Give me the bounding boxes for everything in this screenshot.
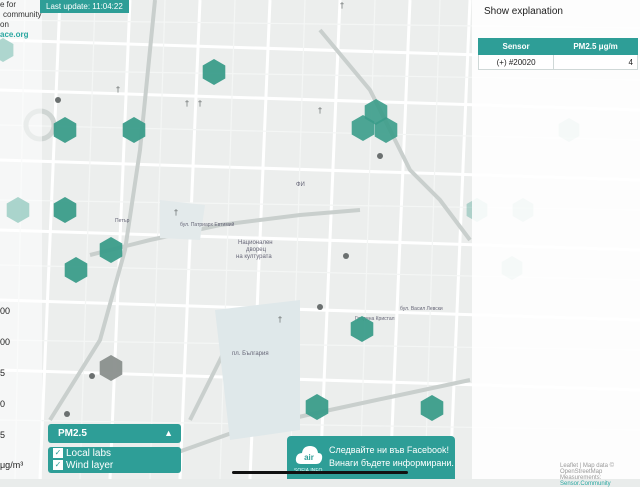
layer-toggles: ✓ Local labs ✓ Wind layer [48, 447, 181, 473]
cell-sensor[interactable]: (+) #20020 [477, 54, 555, 70]
intro-line1: e for [0, 0, 17, 9]
last-update-badge: Last update: 11:04:22 [40, 0, 129, 13]
map-label-square: пл. България [232, 351, 269, 357]
chevron-up-icon: ▲ [164, 428, 173, 438]
map-attribution: Leaflet | Map data © OpenStreetMap Measu… [560, 463, 640, 487]
legend-tick-2: 00 [0, 337, 11, 347]
church-icon: † [318, 106, 322, 115]
intro-line3: on [0, 20, 9, 29]
church-icon: † [340, 1, 344, 10]
legend-unit: μg/m³ [0, 460, 24, 470]
pm-selector[interactable]: PM2.5 ▲ [48, 424, 181, 443]
park-area [160, 200, 205, 240]
legend-tick-3: 5 [0, 368, 6, 378]
checkbox-icon[interactable]: ✓ [53, 448, 63, 459]
attribution-line1: Leaflet | Map data © OpenStreetMap [560, 463, 615, 475]
map-label-boulevard: бул. Патриарх Евтимий [180, 221, 235, 228]
cloud-logo-icon: air [295, 446, 323, 464]
map-label-petar: Петър [115, 218, 130, 224]
church-icon: † [185, 99, 189, 108]
wind-layer-label: Wind layer [66, 460, 114, 471]
wind-layer-toggle[interactable]: ✓ Wind layer [53, 460, 113, 472]
map-label-fi: ФИ [296, 182, 305, 188]
facebook-line1: Следвайте ни във Facebook! [329, 445, 449, 455]
ndk-park [215, 300, 300, 440]
church-icon: † [198, 99, 202, 108]
map-label-palace2: дворец [246, 247, 267, 253]
right-panel-overlay [472, 0, 640, 479]
intro-text: e for community on ace.org [0, 0, 42, 40]
pm-selector-label: PM2.5 [58, 428, 87, 439]
local-labs-toggle[interactable]: ✓ Local labs [53, 448, 111, 460]
sensor-table: Sensor PM2.5 μg/m (+) #20020 4 [477, 38, 638, 70]
church-icon: † [116, 85, 120, 94]
church-icon: † [278, 315, 282, 324]
col-header-sensor[interactable]: Sensor [477, 38, 555, 55]
map-label-vasil: бул. Васил Левски [400, 306, 443, 312]
intro-link[interactable]: ace.org [0, 30, 42, 40]
table-row[interactable]: (+) #20020 4 [477, 54, 638, 70]
map-label-palace1: Национален [238, 240, 273, 246]
home-indicator [232, 471, 408, 474]
svg-text:air: air [304, 453, 314, 462]
local-labs-label: Local labs [66, 448, 112, 459]
cell-value: 4 [553, 54, 638, 70]
intro-line2: community [3, 10, 42, 19]
legend-tick-5: 5 [0, 430, 6, 440]
map-label-palace3: на културата [236, 254, 272, 260]
show-explanation-link[interactable]: Show explanation [484, 6, 563, 17]
col-header-pm25[interactable]: PM2.5 μg/m [553, 38, 638, 55]
attribution-source-link[interactable]: Sensor.Community [560, 481, 611, 487]
church-icon: † [174, 208, 178, 217]
checkbox-icon[interactable]: ✓ [53, 460, 63, 471]
left-legend-strip [0, 0, 42, 479]
legend-tick-4: 0 [0, 399, 6, 409]
legend-tick-1: 00 [0, 306, 11, 316]
facebook-line2: Винаги бъдете информирани. [329, 458, 454, 468]
